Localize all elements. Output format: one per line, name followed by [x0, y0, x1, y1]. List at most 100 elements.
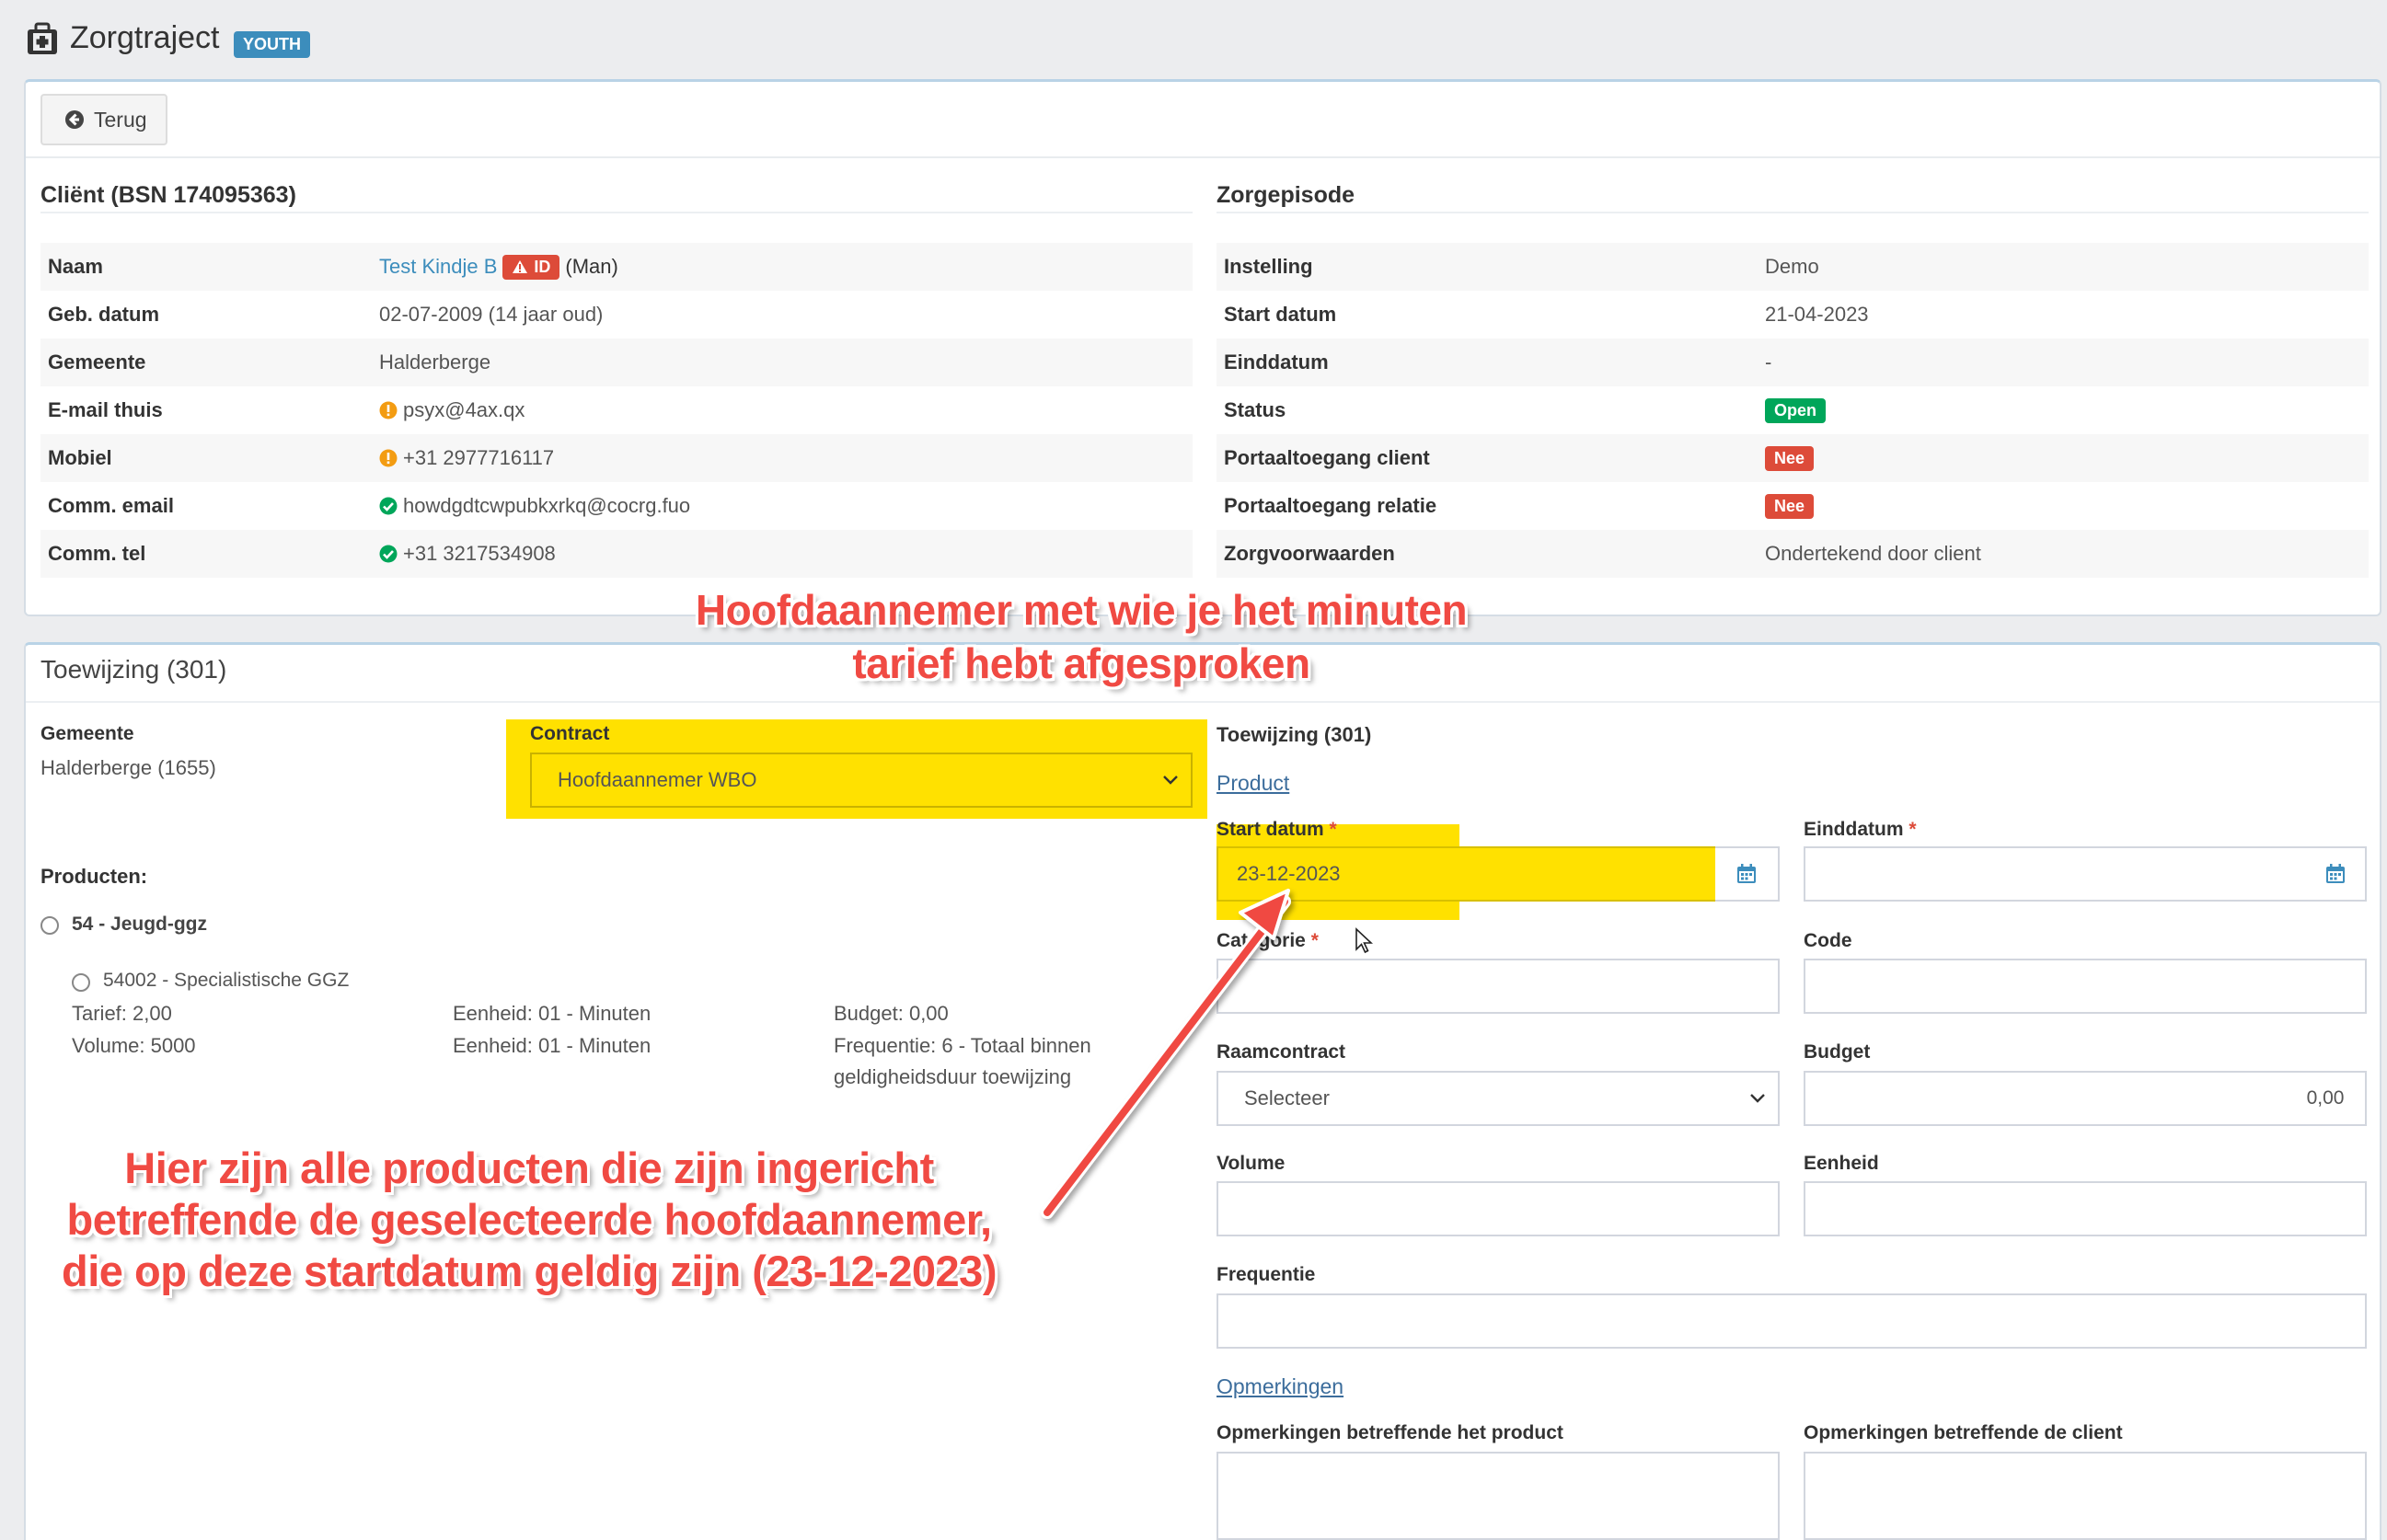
product-group-label: 54 - Jeugd-ggz [72, 914, 208, 935]
frequentie-input[interactable] [1217, 1293, 2330, 1349]
code-label: Code [1804, 930, 1852, 951]
row-label: E-mail thuis [48, 398, 163, 421]
opm-client-textarea[interactable] [1804, 1452, 2367, 1540]
row-label: Gemeente [48, 351, 146, 374]
row-value: - [1765, 351, 1772, 374]
annotation-bottom: Hier zijn alle producten die zijn ingeri… [62, 1144, 997, 1295]
annotation-arrow [1041, 889, 1291, 1219]
divider [26, 701, 2380, 703]
frequentie-label: Frequentie [1217, 1264, 1316, 1285]
start-date-calendar-button[interactable] [1715, 846, 1780, 902]
opm-client-label: Opmerkingen betreffende de client [1804, 1422, 2123, 1443]
budget-addon: 0,00 [2286, 1071, 2367, 1126]
row-value: Demo [1765, 255, 1819, 278]
eenheid-addon [2328, 1181, 2367, 1236]
episode-section-title: Zorgepisode [1217, 182, 1355, 208]
back-button[interactable]: Terug [40, 94, 167, 145]
id-warning-badge: ID [502, 254, 560, 280]
table-row: Comm. email howdgdtcwpubkxrkq@cocrg.fuo [40, 482, 1193, 530]
row-label: Zorgvoorwaarden [1224, 542, 1395, 565]
row-value: psyx@4ax.qx [403, 398, 525, 421]
divider [1217, 212, 2369, 213]
exclamation-circle-icon [379, 449, 398, 467]
divider [26, 156, 2380, 158]
client-section-title: Cliënt (BSN 174095363) [40, 182, 296, 208]
annotation-top: Hoofdaannemer met wie je het minuten tar… [695, 586, 1468, 687]
budget-text: Budget: 0,00 [834, 1002, 949, 1025]
end-date-input[interactable] [1804, 846, 2308, 902]
opm-product-textarea[interactable] [1217, 1452, 1780, 1540]
table-row: Gemeente Halderberge [40, 339, 1193, 386]
mouse-cursor-icon [1355, 927, 1374, 960]
table-row: Instelling Demo [1217, 243, 2369, 291]
row-value: +31 2977716117 [403, 446, 555, 469]
table-row: Status Open [1217, 386, 2369, 434]
tarief-text: Tarief: 2,00 [72, 1002, 172, 1025]
gemeente-value: Halderberge (1655) [40, 756, 216, 779]
budget-input[interactable] [1804, 1071, 2288, 1126]
row-value: +31 3217534908 [403, 542, 556, 565]
contract-label: Contract [530, 723, 610, 744]
divider [40, 212, 1193, 213]
product-item-label: 54002 - Specialistische GGZ [103, 970, 350, 991]
arrow-left-circle-icon [65, 110, 84, 129]
table-row: Portaaltoegang client Nee [1217, 434, 2369, 482]
chevron-down-icon [1750, 1094, 1765, 1103]
page-title: Zorgtraject [70, 20, 220, 55]
table-row: Portaaltoegang relatie Nee [1217, 482, 2369, 530]
calendar-icon [1737, 864, 1756, 883]
row-label: Comm. email [48, 494, 174, 517]
table-row: Start datum 21-04-2023 [1217, 291, 2369, 339]
episode-table: Instelling Demo Start datum 21-04-2023 E… [1217, 243, 2369, 578]
row-label: Comm. tel [48, 542, 146, 565]
row-value: 02-07-2009 (14 jaar oud) [379, 303, 604, 326]
opmerkingen-section-link[interactable]: Opmerkingen [1217, 1374, 1343, 1399]
table-row: Geb. datum 02-07-2009 (14 jaar oud) [40, 291, 1193, 339]
row-label: Status [1224, 398, 1286, 421]
row-label: Mobiel [48, 446, 112, 469]
toewijzing-panel-title: Toewijzing (301) [40, 655, 227, 684]
row-value: howdgdtcwpubkxrkq@cocrg.fuo [403, 494, 691, 517]
gemeente-label: Gemeente [40, 723, 134, 744]
table-row: Einddatum - [1217, 339, 2369, 386]
exclamation-circle-icon [379, 401, 398, 419]
contract-select[interactable]: Hoofdaannemer WBO [530, 753, 1193, 808]
code-input[interactable] [1804, 959, 2330, 1014]
row-value: Ondertekend door client [1765, 542, 1981, 565]
back-button-label: Terug [94, 107, 147, 132]
row-label: Portaaltoegang client [1224, 446, 1430, 469]
product-item-radio[interactable] [72, 973, 90, 992]
row-label: Geb. datum [48, 303, 160, 326]
end-date-label: Einddatum * [1804, 819, 1917, 840]
table-row: Mobiel +31 2977716117 [40, 434, 1193, 482]
volume-text: Volume: 5000 [72, 1034, 196, 1057]
budget-label: Budget [1804, 1041, 1871, 1063]
producten-label: Producten: [40, 865, 148, 888]
eenheid-text: Eenheid: 01 - Minuten [453, 1002, 652, 1025]
table-row: Naam Test Kindje B ID (Man) [40, 243, 1193, 291]
id-badge-label: ID [534, 257, 551, 276]
row-label: Instelling [1224, 255, 1313, 278]
eenheid-input[interactable] [1804, 1181, 2330, 1236]
eenheid-label: Eenheid [1804, 1153, 1879, 1174]
status-badge: Open [1765, 397, 1827, 423]
form-title: Toewijzing (301) [1217, 723, 1372, 746]
end-date-calendar-button[interactable] [2306, 846, 2367, 902]
row-label: Portaaltoegang relatie [1224, 494, 1437, 517]
gender-text: (Man) [565, 255, 618, 278]
chevron-down-icon [1163, 776, 1178, 785]
check-circle-icon [379, 545, 398, 563]
contract-select-value: Hoofdaannemer WBO [558, 768, 757, 791]
client-name-link[interactable]: Test Kindje B [379, 255, 497, 279]
product-section-link[interactable]: Product [1217, 771, 1289, 796]
medkit-icon [26, 22, 59, 57]
table-row: Zorgvoorwaarden Ondertekend door client [1217, 530, 2369, 578]
calendar-icon [2326, 864, 2345, 883]
code-addon [2328, 959, 2367, 1014]
warning-icon [513, 260, 528, 273]
portal-relation-badge: Nee [1765, 493, 1815, 519]
table-row: E-mail thuis psyx@4ax.qx [40, 386, 1193, 434]
client-table: Naam Test Kindje B ID (Man) Geb. datum 0… [40, 243, 1193, 578]
youth-badge: YOUTH [234, 31, 310, 58]
product-group-radio[interactable] [40, 916, 59, 935]
